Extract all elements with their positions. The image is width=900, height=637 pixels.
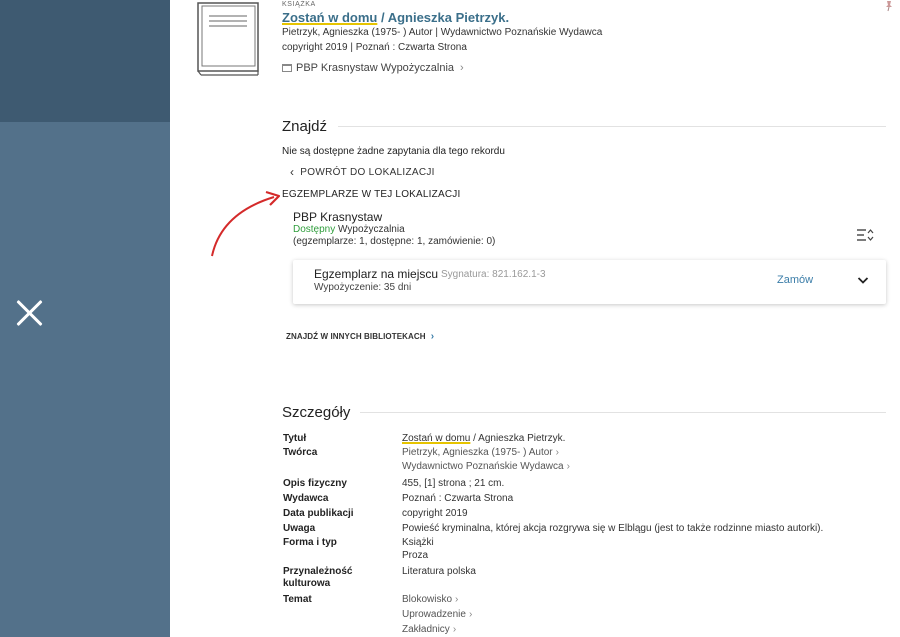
detail-creator-name[interactable]: Pietrzyk, Agnieszka (1975- ) Autor bbox=[402, 447, 553, 458]
copy-counts: (egzemplarze: 1, dostępne: 1, zamówienie… bbox=[293, 236, 496, 247]
detail-label-publisher: Wydawca bbox=[283, 493, 329, 504]
record-publication-line: copyright 2019 | Poznań : Czwarta Strona bbox=[282, 42, 467, 53]
chevron-right-icon: › bbox=[555, 447, 559, 458]
chevron-right-icon: › bbox=[452, 624, 457, 635]
copy-loan-period: Wypożyczenie: 35 dni bbox=[314, 282, 412, 293]
details-section-divider bbox=[360, 412, 886, 413]
detail-subject-name[interactable]: Blokowisko bbox=[402, 594, 452, 605]
find-section-title: Znajdź bbox=[282, 118, 328, 135]
left-overlay-panel bbox=[0, 0, 170, 637]
chevron-left-icon: ‹ bbox=[290, 165, 295, 179]
no-query-message: Nie są dostępne żadne zapytania dla tego… bbox=[282, 146, 505, 157]
record-title-author[interactable]: / Agnieszka Pietrzyk. bbox=[377, 10, 509, 25]
detail-value-culture: Literatura polska bbox=[402, 566, 476, 577]
back-to-locations-link[interactable]: ‹ POWRÓT DO LOKALIZACJI bbox=[290, 165, 435, 179]
record-detail-panel: KSIĄŻKA Zostań w domu / Agnieszka Pietrz… bbox=[170, 0, 900, 637]
close-icon[interactable] bbox=[12, 296, 46, 330]
library-availability: Dostępny Wypożyczalnia bbox=[293, 224, 405, 235]
detail-creator-link[interactable]: Wydawnictwo Poznańskie Wydawca › bbox=[402, 461, 570, 473]
detail-value-publisher: Poznań : Czwarta Strona bbox=[402, 493, 514, 504]
panel-header-area bbox=[0, 0, 170, 122]
detail-value-form: Proza bbox=[402, 550, 429, 561]
detail-creator-name[interactable]: Wydawnictwo Poznańskie Wydawca bbox=[402, 461, 564, 472]
copy-card[interactable]: Egzemplarz na miejscu Sygnatura: 821.162… bbox=[293, 260, 886, 304]
detail-subject-link[interactable]: Uprowadzenie › bbox=[402, 609, 472, 621]
copy-type: Egzemplarz na miejscu bbox=[314, 267, 439, 281]
material-type-label: KSIĄŻKA bbox=[282, 1, 316, 8]
availability-status: Dostępny bbox=[293, 224, 336, 235]
detail-label-subject: Temat bbox=[283, 594, 312, 605]
chevron-down-icon[interactable] bbox=[857, 276, 869, 285]
detail-value-note: Powieść kryminalna, której akcja rozgryw… bbox=[402, 523, 824, 534]
chevron-right-icon: › bbox=[430, 331, 435, 342]
location-link-label[interactable]: PBP Krasnystaw Wypożyczalnia bbox=[296, 62, 454, 74]
annotation-arrow-icon bbox=[211, 190, 281, 257]
find-section-divider bbox=[338, 126, 886, 127]
detail-label-physical: Opis fizyczny bbox=[283, 478, 347, 489]
availability-location: Wypożyczalnia bbox=[335, 224, 405, 235]
record-title-main[interactable]: Zostań w domu bbox=[282, 10, 377, 25]
find-other-libraries-link[interactable]: ZNAJDŹ W INNYCH BIBLIOTEKACH › bbox=[286, 331, 434, 342]
record-title[interactable]: Zostań w domu / Agnieszka Pietrzyk. bbox=[282, 10, 509, 25]
detail-value-physical: 455, [1] strona ; 21 cm. bbox=[402, 478, 505, 489]
detail-label-creator: Twórca bbox=[283, 447, 318, 458]
detail-subject-name[interactable]: Zakładnicy bbox=[402, 624, 450, 635]
detail-title-author: / Agnieszka Pietrzyk. bbox=[470, 433, 566, 444]
order-button[interactable]: Zamów bbox=[777, 274, 813, 286]
detail-creator-link[interactable]: Pietrzyk, Agnieszka (1975- ) Autor › bbox=[402, 447, 559, 459]
chevron-right-icon: › bbox=[566, 461, 570, 472]
copies-heading: EGZEMPLARZE W TEJ LOKALIZACJI bbox=[282, 189, 461, 200]
detail-label-date: Data publikacji bbox=[283, 508, 354, 519]
detail-subject-name[interactable]: Uprowadzenie bbox=[402, 609, 466, 620]
detail-value-date: copyright 2019 bbox=[402, 508, 468, 519]
chevron-right-icon: › bbox=[455, 594, 459, 605]
pin-icon[interactable] bbox=[884, 0, 894, 12]
detail-label-culture: Przynależność kulturowa bbox=[283, 566, 353, 589]
detail-label-note: Uwaga bbox=[283, 523, 316, 534]
detail-value-form: Książki bbox=[402, 537, 434, 548]
back-to-locations-label[interactable]: POWRÓT DO LOKALIZACJI bbox=[300, 167, 434, 178]
sort-icon[interactable] bbox=[856, 228, 874, 242]
location-link[interactable]: PBP Krasnystaw Wypożyczalnia › bbox=[282, 62, 464, 74]
detail-title-main[interactable]: Zostań w domu bbox=[402, 433, 470, 444]
chevron-right-icon: › bbox=[468, 609, 473, 620]
library-name: PBP Krasnystaw bbox=[293, 210, 383, 224]
record-author-line: Pietrzyk, Agnieszka (1975- ) Autor | Wyd… bbox=[282, 27, 603, 38]
detail-subject-link[interactable]: Blokowisko › bbox=[402, 594, 458, 606]
copy-signature: Sygnatura: 821.162.1-3 bbox=[441, 269, 546, 280]
detail-label-form: Forma i typ bbox=[283, 537, 337, 548]
book-icon bbox=[197, 2, 259, 76]
library-building-icon bbox=[282, 64, 292, 72]
chevron-right-icon: › bbox=[460, 62, 464, 74]
detail-value-title[interactable]: Zostań w domu / Agnieszka Pietrzyk. bbox=[402, 433, 565, 445]
details-section-title: Szczegóły bbox=[282, 404, 351, 421]
detail-subject-link[interactable]: Zakładnicy › bbox=[402, 624, 456, 636]
find-other-libraries-label[interactable]: ZNAJDŹ W INNYCH BIBLIOTEKACH bbox=[286, 332, 426, 341]
detail-label-title: Tytuł bbox=[283, 433, 307, 444]
